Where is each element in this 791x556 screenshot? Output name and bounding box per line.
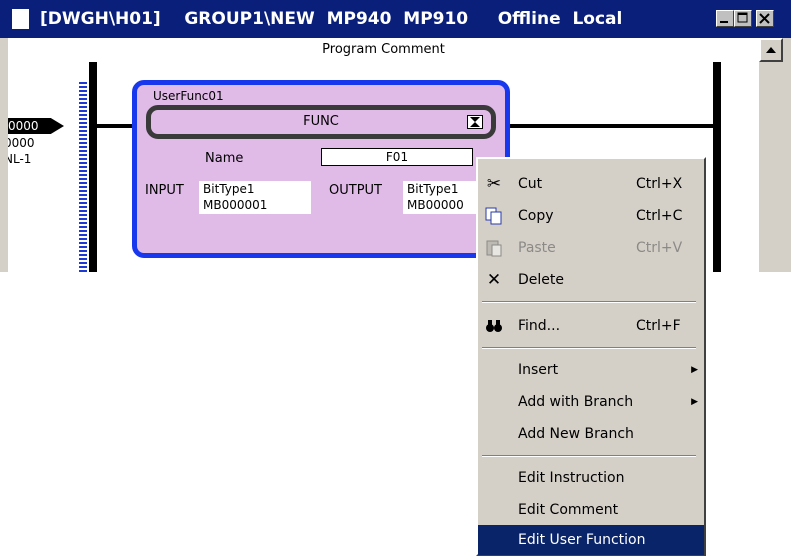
menu-item-label: Find...: [518, 318, 561, 334]
input-label: INPUT: [145, 183, 184, 198]
menu-item-add-new-branch[interactable]: Add New Branch: [478, 419, 704, 449]
scroll-up-button[interactable]: [759, 38, 783, 62]
hourglass-icon: [470, 117, 480, 127]
output-label: OUTPUT: [329, 183, 382, 198]
scissors-icon: ✂: [486, 174, 502, 194]
menu-item-shortcut: Ctrl+F: [636, 318, 681, 334]
menu-item-paste: Paste Ctrl+V: [478, 233, 704, 263]
window-title: [DWGH\H01] GROUP1\NEW MP940 MP910 Offlin…: [40, 9, 623, 29]
menu-item-label: Edit Comment: [518, 502, 619, 518]
menu-item-label: Add New Branch: [518, 426, 634, 442]
minimize-button[interactable]: [716, 10, 734, 27]
maximize-button[interactable]: [734, 10, 752, 27]
window-right-border: [783, 38, 791, 272]
name-label: Name: [205, 151, 244, 166]
func-edit-icon[interactable]: [467, 115, 483, 129]
context-menu: ✂ Cut Ctrl+X Copy Ctrl+C Paste Ctrl+V ✕ …: [476, 157, 706, 556]
input-address-field[interactable]: MB000001: [199, 197, 311, 214]
user-function-name: UserFunc01: [153, 89, 224, 103]
menu-item-add-with-branch[interactable]: Add with Branch ▶: [478, 387, 704, 417]
nest-level-label: NL-1: [8, 152, 32, 166]
menu-separator: [482, 347, 696, 349]
step-selection-bar: [79, 82, 87, 272]
right-power-rail: [713, 62, 721, 272]
menu-item-label: Delete: [518, 272, 564, 288]
menu-item-label: Insert: [518, 362, 559, 378]
menu-item-label: Edit User Function: [518, 532, 646, 548]
title-bar[interactable]: [DWGH\H01] GROUP1\NEW MP940 MP910 Offlin…: [0, 0, 791, 38]
input-type-field[interactable]: BitType1: [199, 181, 311, 198]
left-power-rail: [89, 62, 97, 272]
minimize-icon: [720, 21, 728, 23]
paste-icon: [484, 238, 504, 258]
copy-icon: [484, 206, 504, 226]
menu-item-label: Cut: [518, 176, 543, 192]
menu-item-label: Copy: [518, 208, 554, 224]
func-label: FUNC: [303, 114, 339, 129]
menu-item-edit-instruction[interactable]: Edit Instruction: [478, 463, 704, 493]
menu-item-shortcut: Ctrl+X: [636, 176, 683, 192]
submenu-arrow-icon: ▶: [691, 365, 698, 375]
window-left-border: [0, 38, 8, 272]
binoculars-icon: [484, 316, 504, 336]
vertical-scrollbar[interactable]: [759, 38, 783, 272]
menu-item-label: Edit Instruction: [518, 470, 625, 486]
step-number-tag[interactable]: 0000: [8, 118, 64, 134]
menu-item-cut[interactable]: ✂ Cut Ctrl+X: [478, 169, 704, 199]
triangle-up-icon: [766, 47, 776, 53]
menu-item-edit-user-function[interactable]: Edit User Function: [478, 525, 704, 555]
menu-item-delete[interactable]: ✕ Delete: [478, 265, 704, 295]
program-comment: Program Comment: [322, 42, 445, 57]
delete-icon: ✕: [486, 270, 502, 290]
menu-separator: [482, 301, 696, 303]
step-line-number: 0000: [8, 136, 35, 150]
menu-item-find[interactable]: Find... Ctrl+F: [478, 311, 704, 341]
menu-item-label: Paste: [518, 240, 556, 256]
close-icon: [759, 13, 770, 24]
menu-item-edit-comment[interactable]: Edit Comment: [478, 495, 704, 525]
menu-item-shortcut: Ctrl+C: [636, 208, 683, 224]
func-instruction-bar[interactable]: FUNC: [146, 105, 496, 139]
menu-item-copy[interactable]: Copy Ctrl+C: [478, 201, 704, 231]
menu-item-label: Add with Branch: [518, 394, 634, 410]
maximize-icon: [737, 12, 748, 23]
function-name-field[interactable]: F01: [321, 148, 473, 166]
ladder-wire-right: [502, 124, 713, 128]
window-icon: [12, 9, 29, 29]
close-button[interactable]: [756, 10, 774, 27]
user-function-block[interactable]: UserFunc01 FUNC Name F01 INPUT BitType1 …: [132, 80, 515, 258]
menu-separator: [482, 455, 696, 457]
submenu-arrow-icon: ▶: [691, 397, 698, 407]
menu-item-insert[interactable]: Insert ▶: [478, 355, 704, 385]
menu-item-shortcut: Ctrl+V: [636, 240, 683, 256]
